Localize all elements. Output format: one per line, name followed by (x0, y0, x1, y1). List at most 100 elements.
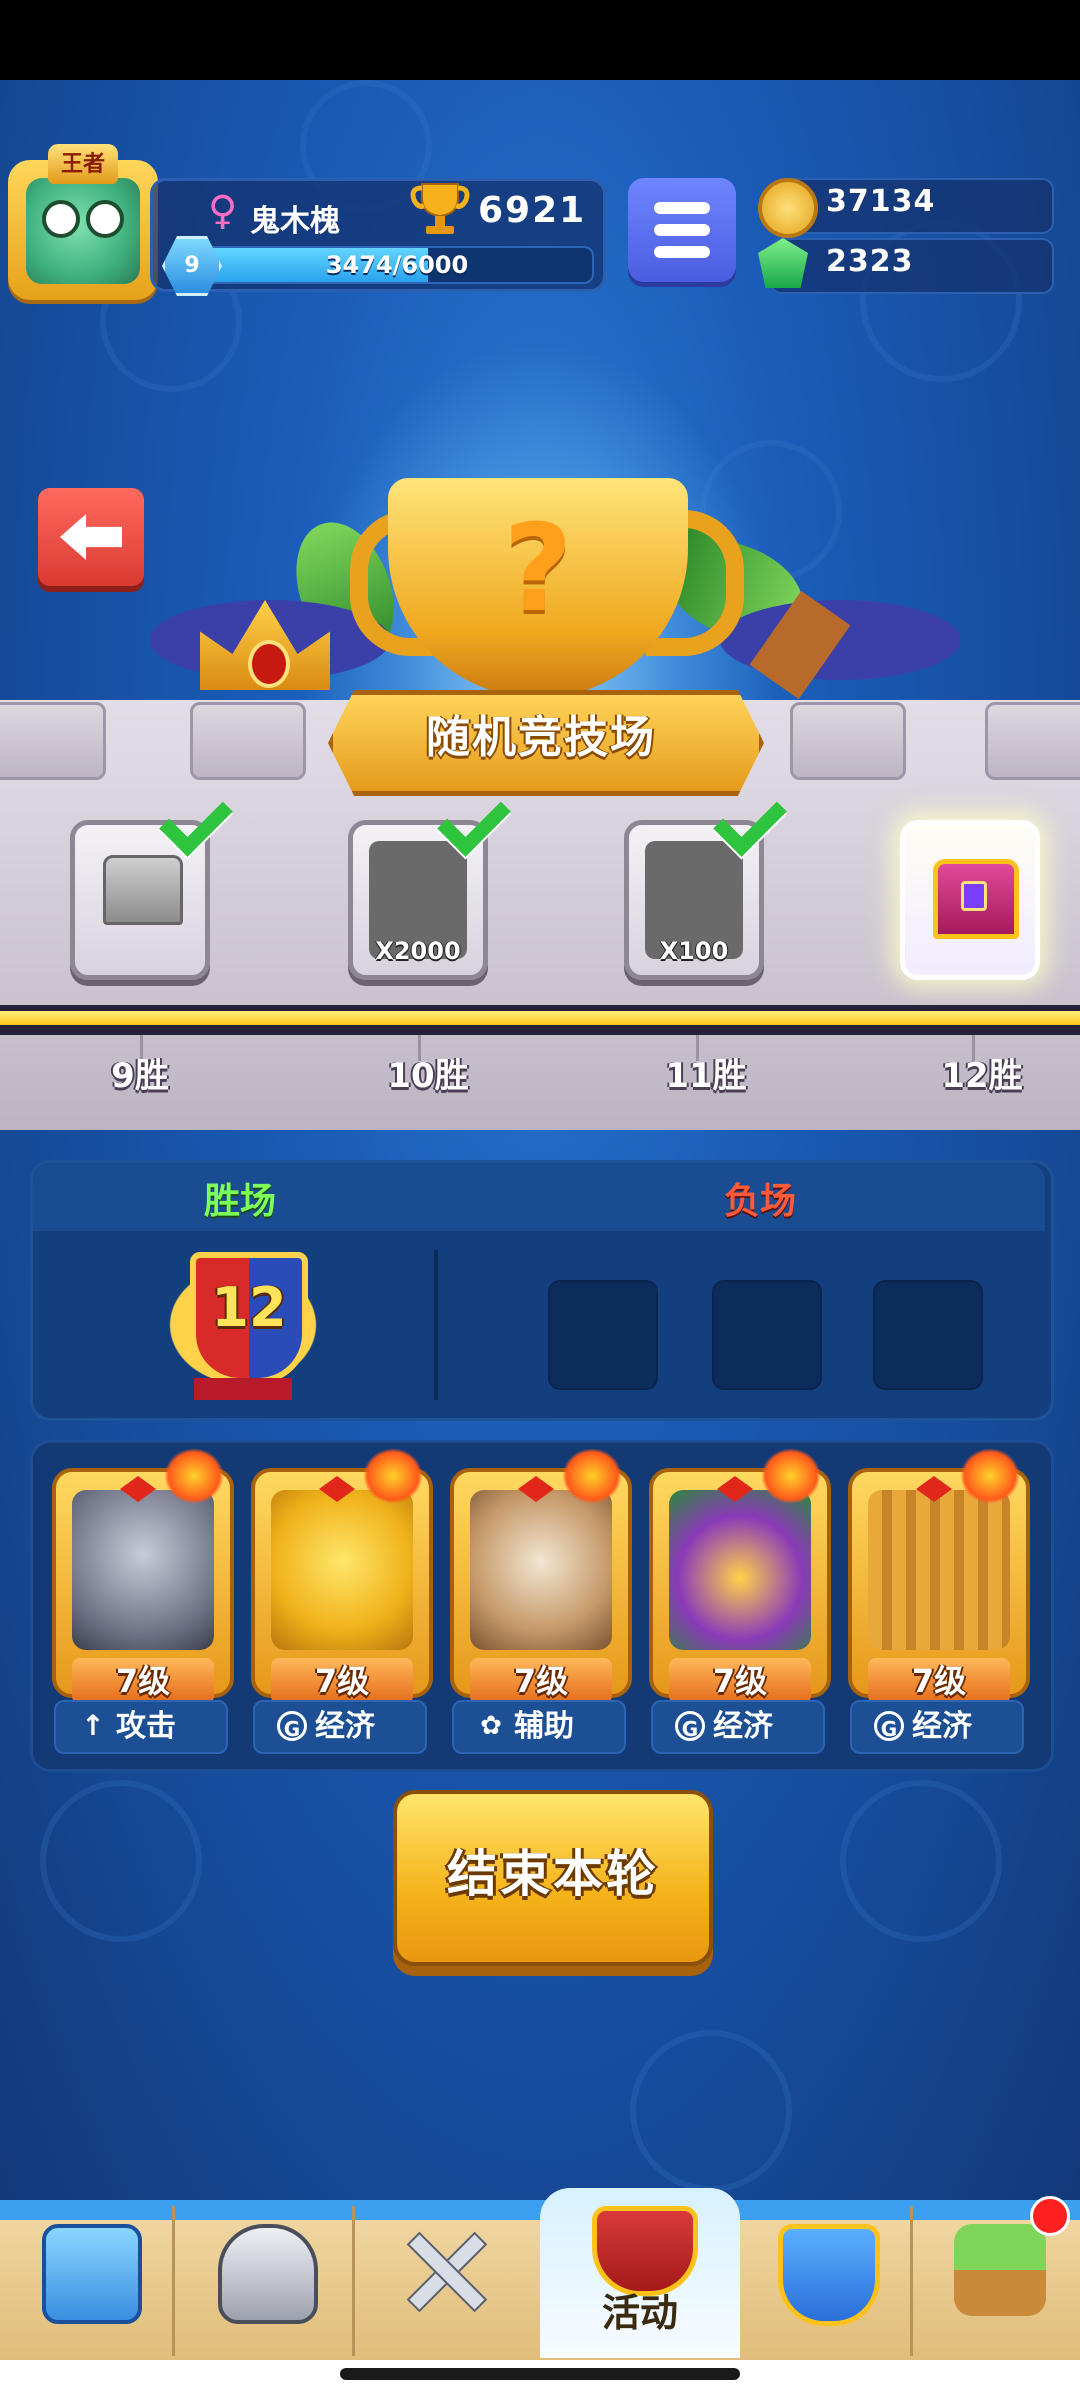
hero-card[interactable]: 7级 ↑ 攻击 (44, 1448, 234, 1754)
win-progress-track (0, 1005, 1080, 1035)
silver-chest-icon (103, 855, 183, 925)
role-label: 攻击 (116, 1709, 176, 1744)
losses-label: 负场 (723, 1181, 796, 1222)
hero-card[interactable]: 7级 G 经济 (840, 1448, 1030, 1754)
record-divider (434, 1250, 438, 1400)
ribbon (194, 1378, 292, 1400)
ruby-icon (248, 640, 290, 688)
win-milestone-label: 9胜 (111, 1056, 169, 1096)
wall-merlon (0, 702, 106, 780)
friends-shield-icon (778, 2224, 880, 2326)
xp-progress-bar: 3474/6000 (200, 246, 594, 284)
nav-heroes[interactable] (176, 2206, 352, 2356)
nav-social[interactable] (736, 2206, 912, 2356)
win-count: 12 (211, 1276, 287, 1339)
notification-badge (1030, 2196, 1070, 2236)
system-bar (0, 2360, 1080, 2400)
win-count-badge: 12 (150, 1230, 336, 1400)
coin-g-icon: G (277, 1711, 307, 1741)
nav-battle[interactable] (356, 2206, 532, 2356)
coin-g-icon: G (874, 1711, 904, 1741)
trophy-icon (410, 183, 470, 234)
hero-role: G 经济 (651, 1700, 825, 1754)
flame-icon (761, 1448, 821, 1504)
bandit-hero (669, 1490, 811, 1650)
back-arrow-icon (60, 514, 122, 560)
nav-shop[interactable] (0, 2206, 176, 2356)
level-strip: 7级 (72, 1658, 214, 1704)
reward-12-wins[interactable] (900, 820, 1040, 980)
bull-elder-hero (470, 1490, 612, 1650)
hero-role: G 经济 (253, 1700, 427, 1754)
player-avatar[interactable]: 王者 (8, 144, 158, 300)
question-mark-icon: ? (503, 500, 573, 639)
wins-label: 胜场 (203, 1181, 276, 1222)
player-name: 鬼木槐 (250, 204, 340, 239)
back-button[interactable] (38, 488, 144, 586)
sprout-icon: ✿ (480, 1711, 502, 1741)
status-bar (0, 0, 1080, 80)
hero-card[interactable]: 7级 G 经济 (641, 1448, 831, 1754)
xp-text: 3474/6000 (325, 251, 469, 279)
zombie-avatar-icon (26, 178, 140, 284)
check-icon (436, 798, 506, 852)
home-indicator[interactable] (340, 2368, 740, 2380)
hero-card[interactable]: 7级 G 经济 (243, 1448, 433, 1754)
treasure-chest-icon (42, 2224, 142, 2324)
hero-level: 7级 (513, 1662, 569, 1700)
page-title: 随机竞技场 (426, 712, 656, 763)
coin-g-icon: G (675, 1711, 705, 1741)
hero-role: G 经济 (850, 1700, 1024, 1754)
hero-level: 7级 (911, 1662, 967, 1700)
hamburger-menu-icon (654, 202, 710, 214)
wood-golem-hero (868, 1490, 1010, 1650)
loss-slot (873, 1280, 983, 1390)
flame-icon (363, 1448, 423, 1504)
end-round-button[interactable]: 结束本轮 (393, 1790, 713, 1966)
wall-merlon (790, 702, 906, 780)
menu-button[interactable] (628, 178, 736, 282)
hero-role: ↑ 攻击 (54, 1700, 228, 1754)
win-milestone-label: 11胜 (665, 1056, 747, 1096)
reward-quantity: X100 (659, 937, 729, 965)
wall-merlon (985, 702, 1080, 780)
coin-count: 37134 (826, 184, 936, 219)
trophy-count: 6921 (478, 190, 587, 231)
sprout-island-icon (954, 2224, 1046, 2316)
flame-icon (164, 1448, 224, 1504)
female-icon: ♀ (208, 188, 238, 234)
rank-badge: 王者 (48, 144, 118, 184)
chest-gem-icon (961, 881, 987, 911)
loss-slot (712, 1280, 822, 1390)
gem-count: 2323 (826, 244, 914, 279)
win-milestone-label: 10胜 (387, 1056, 469, 1096)
role-label: 经济 (912, 1709, 972, 1744)
crossed-swords-icon (398, 2224, 490, 2316)
end-round-label: 结束本轮 (447, 1845, 659, 1903)
sword-icon: ↑ (81, 1709, 105, 1742)
hero-level: 7级 (314, 1662, 370, 1700)
level-strip: 7级 (868, 1658, 1010, 1704)
knight-hero (72, 1490, 214, 1650)
win-progress-fill (0, 1011, 1080, 1025)
flame-icon (960, 1448, 1020, 1504)
level-strip: 7级 (470, 1658, 612, 1704)
reward-quantity: X2000 (375, 937, 461, 965)
role-label: 辅助 (514, 1709, 574, 1744)
flame-icon (562, 1448, 622, 1504)
hero-role: ✿ 辅助 (452, 1700, 626, 1754)
chef-hero (271, 1490, 413, 1650)
coin-icon (758, 178, 818, 238)
check-icon (158, 798, 228, 852)
win-milestone-label: 12胜 (941, 1056, 1023, 1096)
role-label: 经济 (713, 1709, 773, 1744)
knight-helmet-icon (218, 2224, 318, 2324)
loss-slot (548, 1280, 658, 1390)
hero-card[interactable]: 7级 ✿ 辅助 (442, 1448, 632, 1754)
hero-level: 7级 (115, 1662, 171, 1700)
level-strip: 7级 (669, 1658, 811, 1704)
level-strip: 7级 (271, 1658, 413, 1704)
nav-events-label: 活动 (601, 2291, 678, 2335)
wall-merlon (190, 702, 306, 780)
hero-level: 7级 (712, 1662, 768, 1700)
